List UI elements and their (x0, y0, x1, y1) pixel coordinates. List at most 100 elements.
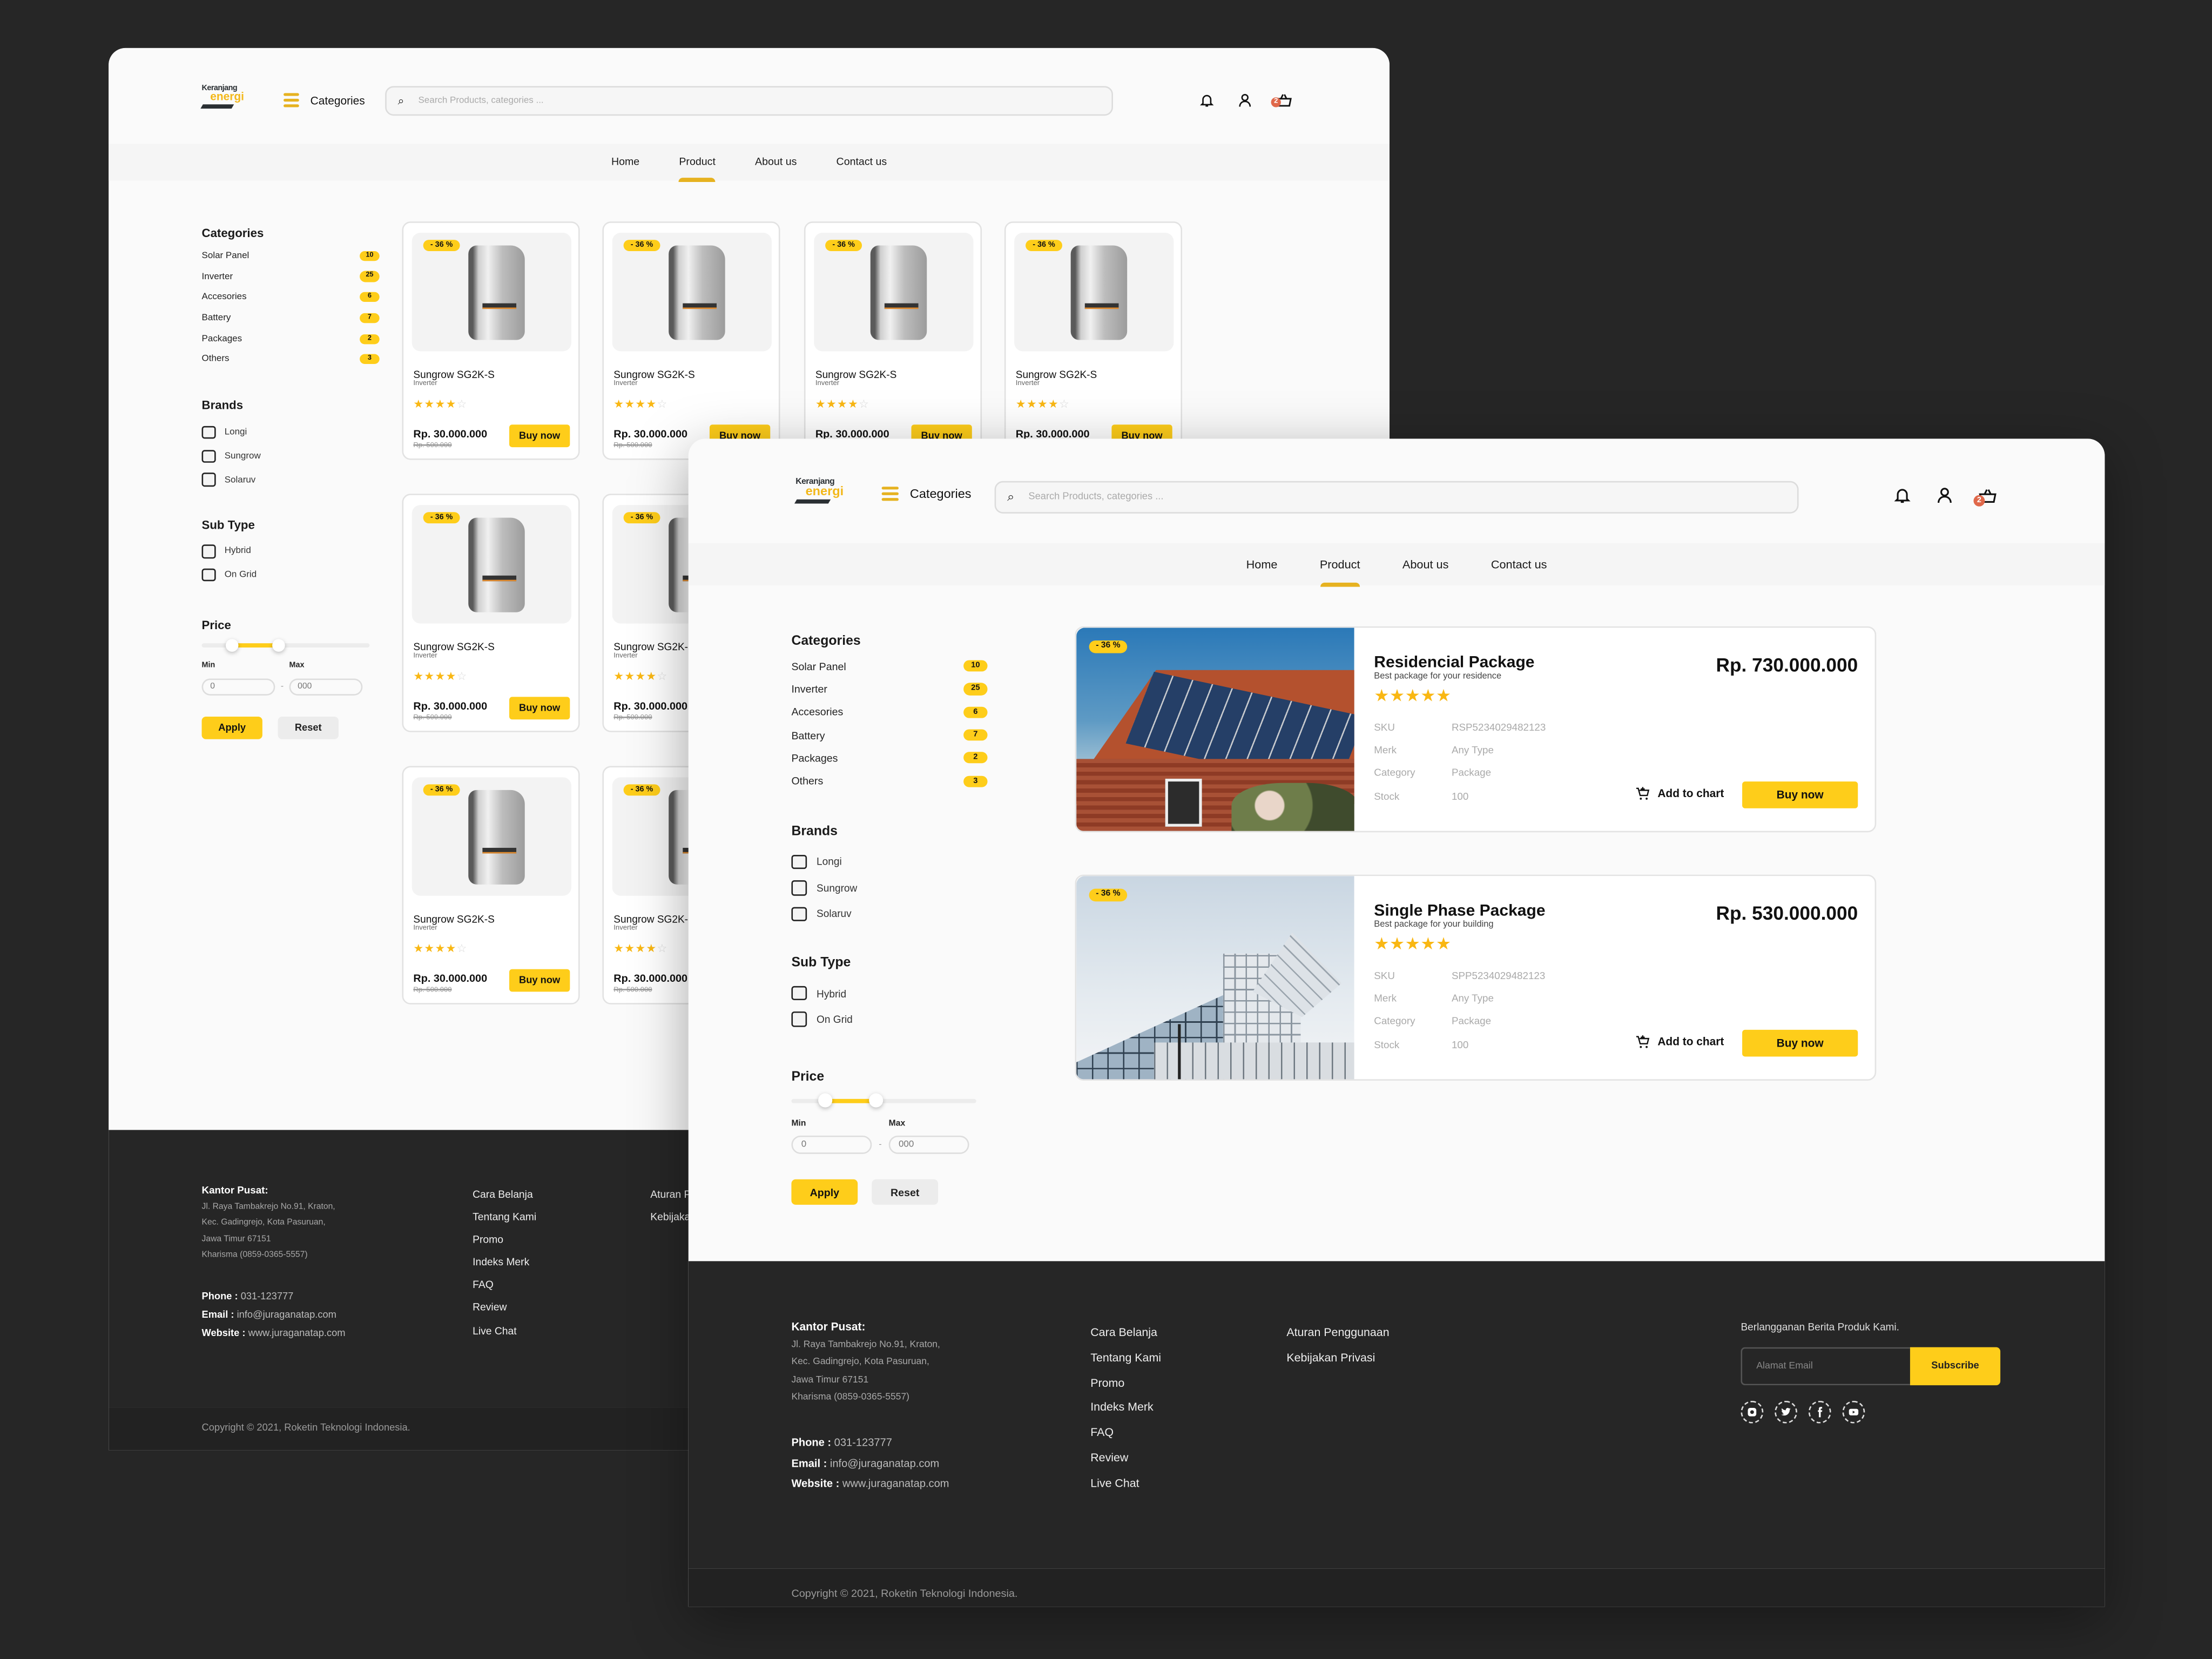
category-item[interactable]: Accesories 6 (202, 287, 380, 307)
price-min-input[interactable] (791, 1136, 872, 1155)
product-card[interactable]: - 36 % Sungrow SG2K-S Inverter ★★★★☆ Rp. 30.… (602, 221, 780, 460)
price-max-handle[interactable] (272, 639, 286, 652)
add-to-cart-button[interactable]: Add to chart (1635, 786, 1724, 801)
apply-button[interactable]: Apply (201, 717, 262, 740)
package-title[interactable]: Residencial Package (1374, 655, 1534, 671)
category-item[interactable]: Battery 7 (202, 308, 380, 328)
nav-product[interactable]: Product (679, 144, 716, 182)
checkbox-option[interactable]: Longi (791, 849, 987, 875)
buy-now-button[interactable]: Buy now (509, 697, 570, 720)
youtube-link[interactable] (1842, 1400, 1865, 1424)
buy-now-button[interactable]: Buy now (1742, 1029, 1858, 1057)
footer-link[interactable]: Indeks Merk (473, 1252, 536, 1274)
category-item[interactable]: Solar Panel 10 (202, 246, 380, 266)
add-to-cart-button[interactable]: Add to chart (1635, 1034, 1724, 1050)
search-input[interactable] (1026, 491, 1797, 504)
footer-link[interactable]: Cara Belanja (1090, 1320, 1161, 1345)
nav-about-us[interactable]: About us (1402, 543, 1449, 585)
checkbox[interactable] (201, 473, 215, 487)
checkbox-option[interactable]: On Grid (201, 563, 380, 587)
nav-contact-us[interactable]: Contact us (1491, 543, 1547, 585)
instagram-link[interactable] (1741, 1400, 1764, 1424)
footer-link[interactable]: Indeks Merk (1090, 1395, 1161, 1420)
nav-home[interactable]: Home (1246, 543, 1278, 585)
price-min-input[interactable] (201, 678, 275, 696)
product-card[interactable]: - 36 % Sungrow SG2K-S Inverter ★★★★☆ Rp. 30.… (804, 221, 982, 460)
product-card[interactable]: - 36 % Sungrow SG2K-S Inverter ★★★★☆ Rp. 30.… (1004, 221, 1183, 460)
footer-link[interactable]: Promo (1090, 1371, 1161, 1395)
categories-menu-button[interactable]: Categories (284, 93, 365, 107)
facebook-link[interactable] (1808, 1400, 1831, 1424)
price-range-slider[interactable] (201, 639, 370, 652)
checkbox-option[interactable]: Solaruv (791, 901, 987, 927)
price-max-handle[interactable] (869, 1094, 884, 1108)
price-min-handle[interactable] (225, 639, 239, 652)
footer-link[interactable]: FAQ (473, 1274, 536, 1297)
footer-link[interactable]: Aturan Penggunaan (1286, 1320, 1389, 1345)
cart-button[interactable]: 2 (1271, 90, 1292, 116)
categories-menu-button[interactable]: Categories (881, 487, 972, 501)
nav-about-us[interactable]: About us (755, 144, 797, 180)
price-range-slider[interactable] (791, 1094, 976, 1108)
footer-link[interactable]: Review (473, 1297, 536, 1320)
checkbox[interactable] (201, 568, 215, 582)
notifications-button[interactable] (1893, 485, 1912, 512)
checkbox[interactable] (791, 880, 806, 895)
newsletter-email-input[interactable] (1741, 1347, 1910, 1386)
package-photo-house-solar[interactable]: - 36 % (1076, 628, 1354, 831)
footer-link[interactable]: Cara Belanja (473, 1184, 536, 1206)
reset-button[interactable]: Reset (872, 1179, 939, 1205)
package-photo-building[interactable]: - 36 % (1076, 876, 1354, 1080)
twitter-link[interactable] (1775, 1400, 1797, 1424)
nav-home[interactable]: Home (611, 144, 639, 180)
category-item[interactable]: Inverter 25 (202, 266, 380, 287)
checkbox-option[interactable]: Sungrow (791, 875, 987, 901)
category-item[interactable]: Packages 2 (791, 746, 988, 770)
checkbox[interactable] (201, 426, 215, 440)
price-min-handle[interactable] (817, 1094, 832, 1108)
buy-now-button[interactable]: Buy now (509, 424, 570, 448)
checkbox-option[interactable]: Hybrid (791, 980, 987, 1006)
cart-button[interactable]: 2 (1973, 486, 1998, 511)
package-title[interactable]: Single Phase Package (1374, 903, 1545, 920)
notifications-button[interactable] (1199, 90, 1215, 116)
footer-link[interactable]: Live Chat (473, 1320, 536, 1343)
footer-link[interactable]: Tentang Kami (1090, 1346, 1161, 1371)
footer-link[interactable]: Promo (473, 1229, 536, 1252)
category-item[interactable]: Battery 7 (791, 724, 988, 747)
checkbox-option[interactable]: Sungrow (201, 444, 380, 468)
search-bar[interactable]: ⌕ (994, 481, 1799, 514)
account-button[interactable] (1936, 485, 1954, 512)
subscribe-button[interactable]: Subscribe (1910, 1347, 2001, 1386)
footer-link[interactable]: FAQ (1090, 1421, 1161, 1446)
footer-link[interactable]: Review (1090, 1446, 1161, 1471)
nav-product[interactable]: Product (1319, 543, 1360, 587)
checkbox[interactable] (791, 906, 806, 921)
checkbox[interactable] (791, 1011, 806, 1027)
checkbox-option[interactable]: On Grid (791, 1006, 987, 1032)
search-bar[interactable]: ⌕ (385, 86, 1114, 116)
checkbox-option[interactable]: Solaruv (201, 468, 380, 492)
category-item[interactable]: Solar Panel 10 (791, 655, 988, 678)
checkbox-option[interactable]: Hybrid (201, 539, 380, 563)
checkbox[interactable] (201, 544, 215, 558)
logo[interactable]: Keranjang energi (794, 478, 844, 504)
category-item[interactable]: Inverter 25 (791, 678, 988, 701)
product-card[interactable]: - 36 % Sungrow SG2K-S Inverter ★★★★☆ Rp. 30.… (402, 766, 580, 1004)
price-max-input[interactable] (888, 1136, 969, 1155)
logo[interactable]: Keranjang energi (200, 85, 244, 109)
account-button[interactable] (1237, 90, 1253, 116)
category-item[interactable]: Others 3 (202, 349, 380, 369)
category-item[interactable]: Packages 2 (202, 328, 380, 349)
apply-button[interactable]: Apply (791, 1179, 858, 1205)
reset-button[interactable]: Reset (278, 717, 339, 740)
checkbox[interactable] (791, 854, 806, 869)
product-card[interactable]: - 36 % Sungrow SG2K-S Inverter ★★★★☆ Rp. 30.… (402, 221, 580, 460)
price-max-input[interactable] (289, 678, 363, 696)
checkbox[interactable] (791, 986, 806, 1001)
footer-link[interactable]: Live Chat (1090, 1471, 1161, 1496)
footer-link[interactable]: Tentang Kami (473, 1206, 536, 1229)
checkbox-option[interactable]: Longi (201, 421, 380, 444)
nav-contact-us[interactable]: Contact us (837, 144, 887, 180)
buy-now-button[interactable]: Buy now (1742, 781, 1858, 808)
